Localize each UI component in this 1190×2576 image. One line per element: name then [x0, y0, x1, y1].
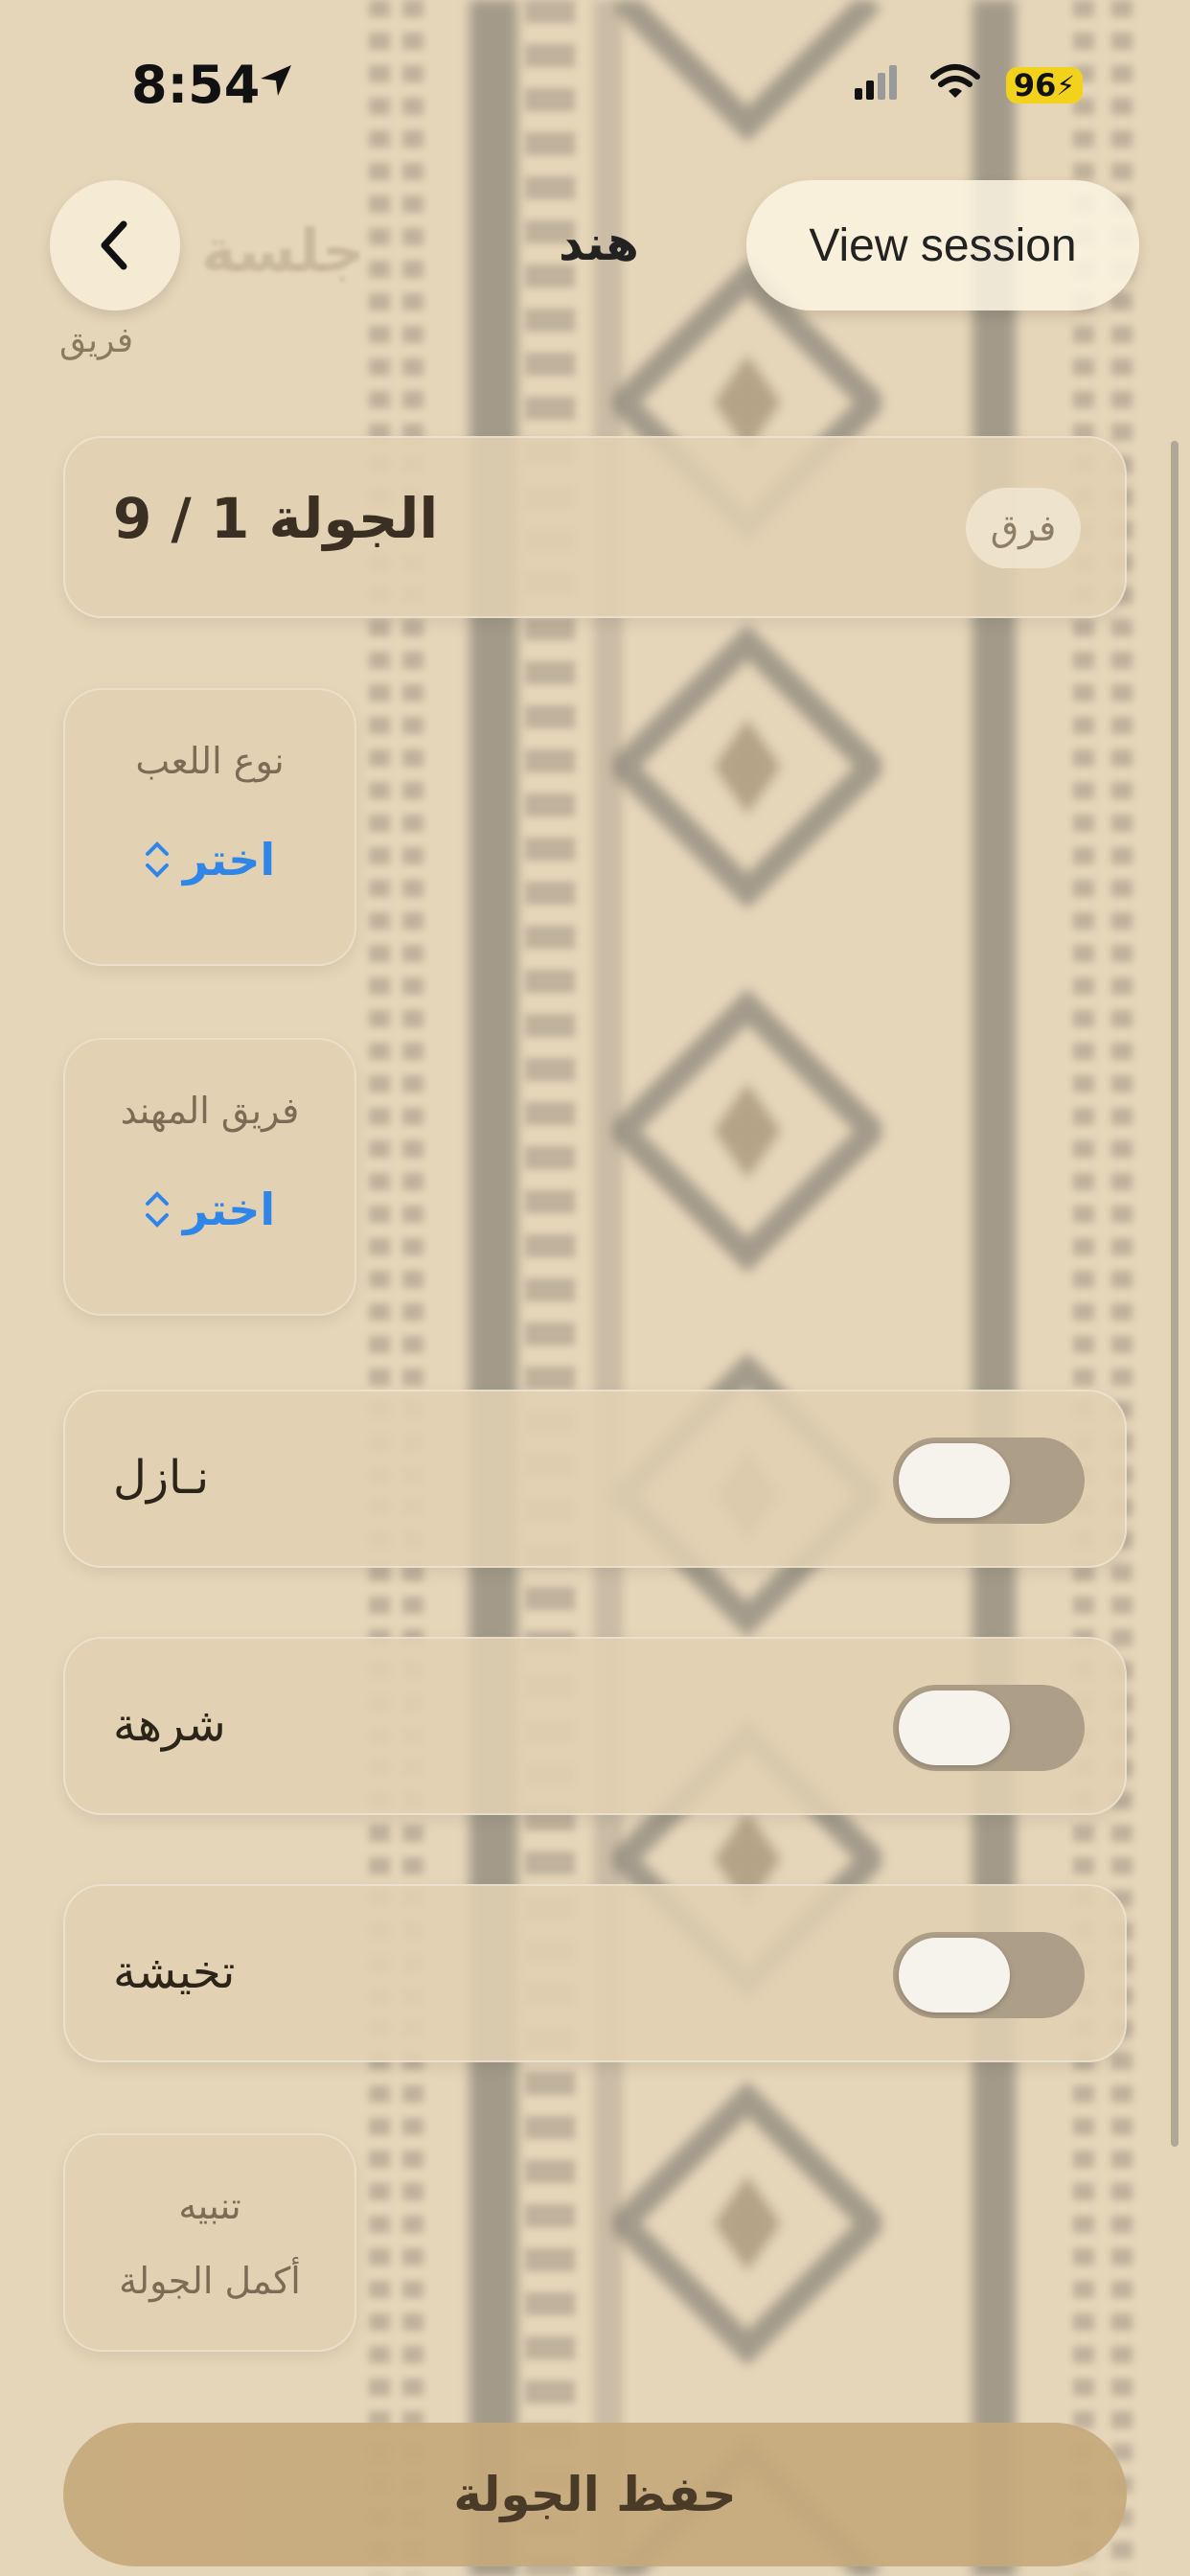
toggle-knob	[899, 1443, 1010, 1518]
page-title: هند	[559, 216, 639, 271]
toggle-row-sharha: شرهة	[63, 1637, 1127, 1815]
game-type-picker[interactable]: نوع اللعب اختر	[63, 688, 356, 966]
toggle-row-takhisha: تخيشة	[63, 1884, 1127, 2062]
location-arrow-icon	[261, 65, 291, 96]
navigation-bar: جلسة هند فريق View session	[0, 163, 1190, 360]
view-session-button[interactable]: View session	[746, 180, 1139, 310]
battery-level: 96	[1013, 67, 1057, 104]
scrollbar[interactable]	[1171, 441, 1179, 2147]
sharha-toggle[interactable]	[893, 1685, 1085, 1771]
chevron-up-down-icon	[145, 841, 169, 878]
engineer-team-value: اختر	[182, 1184, 276, 1235]
engineer-team-select[interactable]: اختر	[65, 1184, 355, 1235]
cellular-signal-icon	[855, 65, 897, 100]
toggle-knob	[899, 1938, 1010, 2012]
game-type-select[interactable]: اختر	[65, 834, 355, 886]
toggle-label: شرهة	[113, 1698, 226, 1752]
toggle-knob	[899, 1690, 1010, 1765]
engineer-team-label: فريق المهند	[120, 1090, 300, 1132]
page-subtitle: فريق	[59, 321, 134, 360]
battery-indicator: 96 ⚡	[1006, 67, 1083, 104]
game-type-label: نوع اللعب	[135, 740, 285, 782]
notice-card: تنبيه أكمل الجولة	[63, 2133, 356, 2352]
engineer-team-picker[interactable]: فريق المهند اختر	[63, 1038, 356, 1316]
mode-badge[interactable]: فرق	[966, 488, 1081, 568]
chevron-left-icon	[101, 220, 127, 270]
round-card: الجولة 1 / 9 فرق	[63, 436, 1127, 618]
game-type-value: اختر	[182, 834, 276, 886]
wifi-icon	[930, 64, 980, 98]
notice-text: أكمل الجولة	[119, 2260, 301, 2302]
toggle-label: تخيشة	[113, 1945, 236, 1999]
status-bar: 8:54 96 ⚡	[0, 0, 1190, 115]
save-round-button[interactable]: حفظ الجولة	[63, 2423, 1127, 2566]
charging-bolt-icon: ⚡	[1056, 69, 1076, 102]
takhisha-toggle[interactable]	[893, 1932, 1085, 2018]
toggle-label: نـازل	[113, 1451, 210, 1505]
notice-title: تنبيه	[178, 2185, 241, 2227]
nazil-toggle[interactable]	[893, 1438, 1085, 1524]
toggle-row-nazil: نـازل	[63, 1390, 1127, 1568]
background-title: جلسة	[201, 216, 365, 286]
status-time: 8:54	[131, 55, 261, 115]
round-indicator: الجولة 1 / 9	[113, 486, 439, 551]
back-button[interactable]	[50, 180, 180, 310]
chevron-up-down-icon	[145, 1191, 169, 1228]
